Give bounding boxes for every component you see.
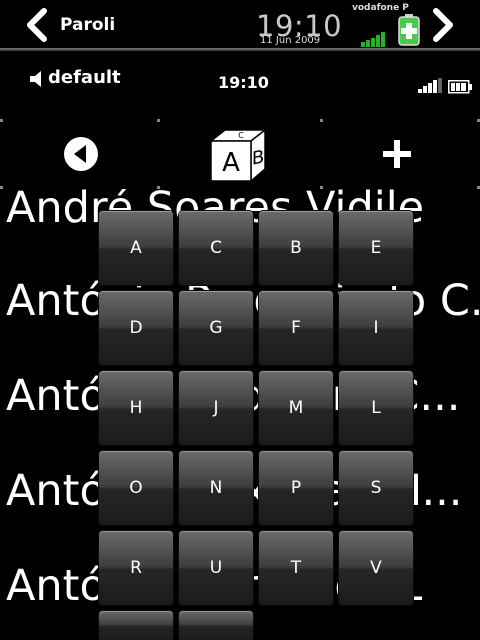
status-bar: default 19:10: [0, 51, 480, 119]
letter-key[interactable]: B: [259, 211, 333, 285]
profile-label[interactable]: default: [48, 67, 121, 88]
battery-charging-icon: [398, 14, 420, 46]
letter-key[interactable]: E: [339, 211, 413, 285]
next-app-arrow-icon[interactable]: [430, 8, 456, 42]
letter-key[interactable]: A: [99, 211, 173, 285]
letter-key[interactable]: T: [259, 531, 333, 605]
carrier-name: vodafone P: [352, 3, 409, 13]
letter-key[interactable]: C: [179, 211, 253, 285]
letter-key[interactable]: N: [179, 451, 253, 525]
svg-text:C: C: [238, 131, 244, 140]
back-button[interactable]: [64, 137, 98, 171]
letter-key[interactable]: F: [259, 291, 333, 365]
title-date: 11 Jun 2009: [260, 35, 321, 46]
status-clock: 19:10: [218, 73, 269, 92]
signal-strength-icon: [361, 32, 385, 47]
letter-key[interactable]: P: [259, 451, 333, 525]
letter-key[interactable]: S: [339, 451, 413, 525]
prev-app-arrow-icon[interactable]: [24, 8, 50, 42]
letter-key[interactable]: R: [99, 531, 173, 605]
app-title: Paroli: [60, 15, 116, 35]
letter-key[interactable]: O: [99, 451, 173, 525]
letter-key[interactable]: L: [339, 371, 413, 445]
speaker-icon: [30, 71, 41, 87]
toolbar-corner: [157, 119, 160, 122]
signal-bars-icon: [418, 78, 442, 93]
svg-text:B: B: [252, 146, 264, 169]
letter-key[interactable]: U: [179, 531, 253, 605]
letter-key[interactable]: M: [259, 371, 333, 445]
letter-key[interactable]: X: [99, 611, 173, 640]
battery-icon: [448, 80, 472, 94]
title-bar: Paroli 19:10 11 Jun 2009 vodafone P: [0, 0, 480, 48]
letter-key[interactable]: I: [339, 291, 413, 365]
letter-key[interactable]: Z: [179, 611, 253, 640]
add-contact-button[interactable]: [383, 140, 411, 168]
letter-key[interactable]: V: [339, 531, 413, 605]
letter-key[interactable]: H: [99, 371, 173, 445]
letter-key[interactable]: D: [99, 291, 173, 365]
toolbar-corner: [0, 119, 3, 122]
abc-cube-icon[interactable]: A B C: [209, 127, 269, 183]
letter-key[interactable]: J: [179, 371, 253, 445]
toolbar-corner: [320, 119, 323, 122]
svg-text:A: A: [222, 148, 240, 178]
back-arrow-icon: [74, 145, 86, 163]
letter-key[interactable]: G: [179, 291, 253, 365]
